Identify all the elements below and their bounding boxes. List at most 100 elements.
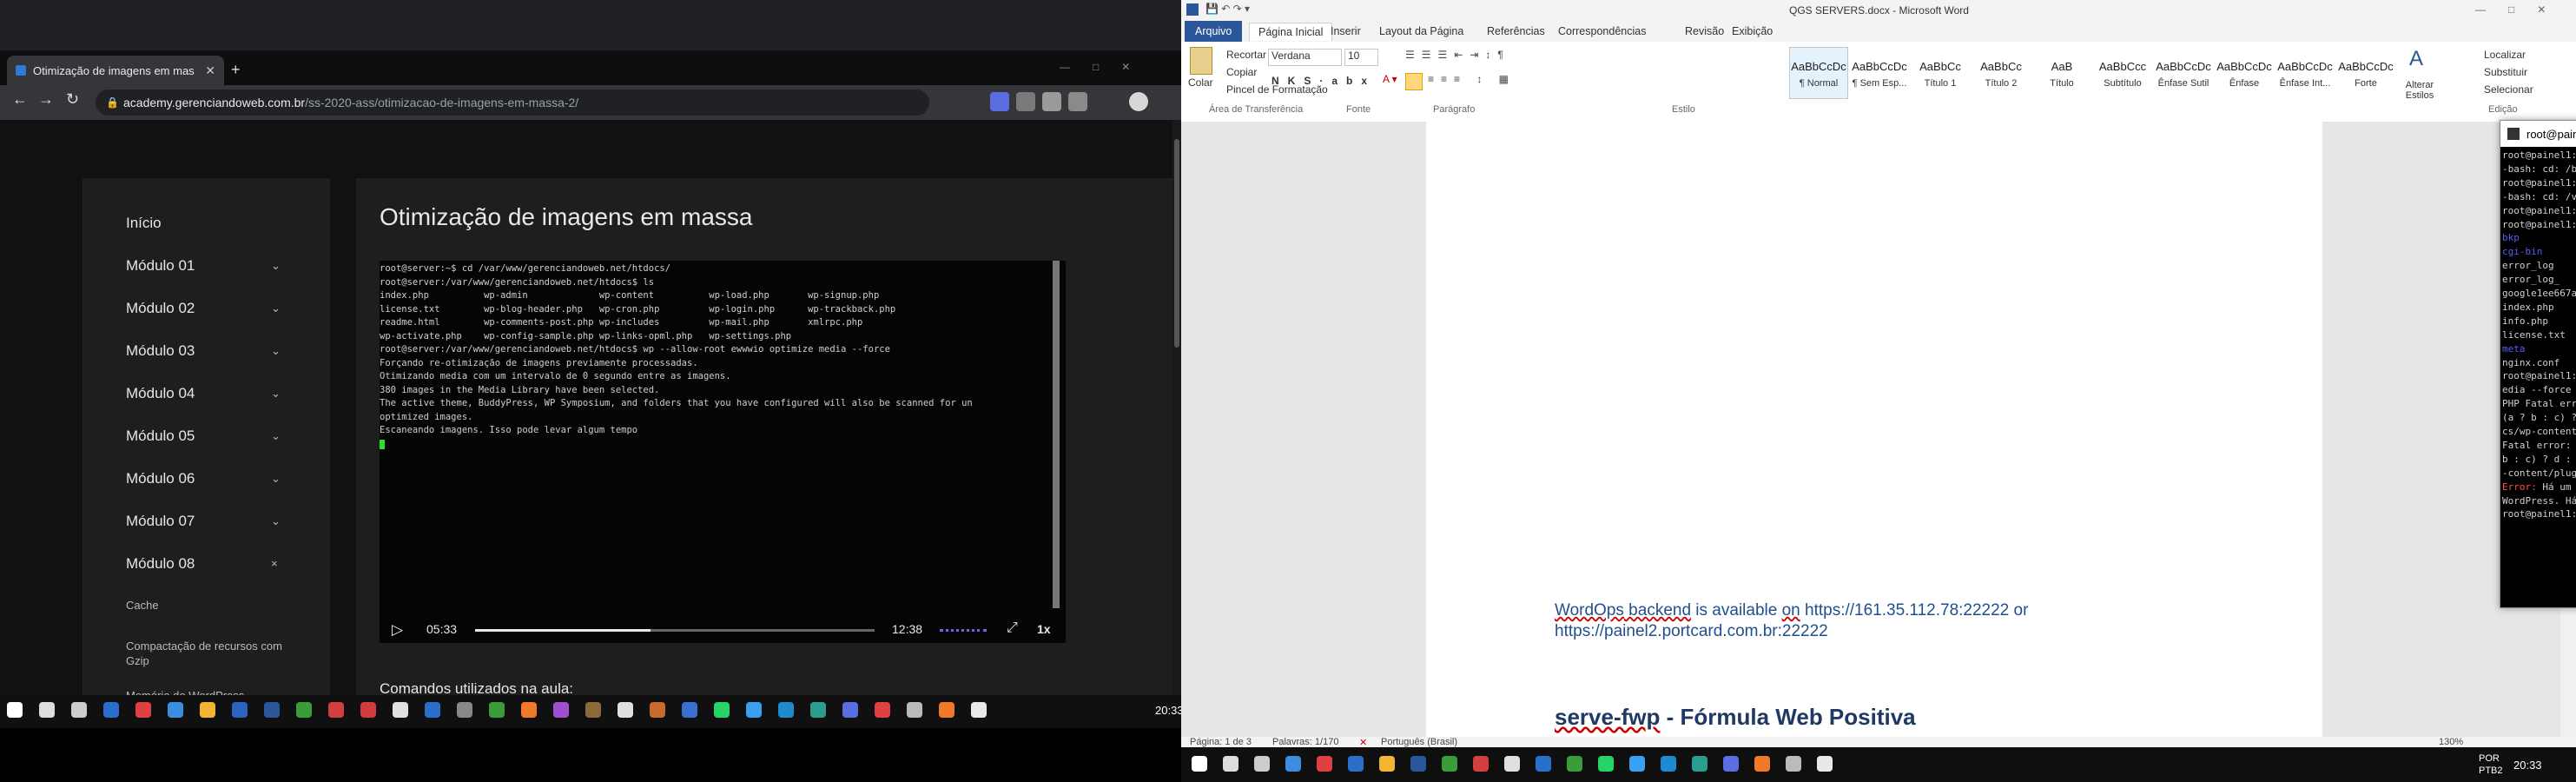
taskbar-app-icon[interactable] [264,702,280,718]
taskbar-app-icon[interactable] [328,702,344,718]
sidebar-sub-item[interactable]: Cache [126,598,300,613]
window-controls[interactable]: —□✕ [2475,3,2568,16]
font-color-icons[interactable]: A ▾ [1383,73,1397,85]
taskbar-app-icon[interactable] [1254,756,1270,772]
taskbar-app-icon[interactable] [1317,756,1332,772]
taskbar-app-icon[interactable] [939,702,954,718]
style-0[interactable]: AaBbCcDc ¶ Normal [1789,47,1848,99]
sidebar-item[interactable]: Módulo 04 [126,385,195,402]
taskbar-app-icon[interactable] [1504,756,1520,772]
taskbar-app-icon[interactable] [71,702,87,718]
terminal-output[interactable]: root@painel1:~$ cd /bar/www/institutopac… [2500,147,2576,607]
taskbar-app-icon[interactable] [842,702,858,718]
taskbar-app-icon[interactable] [103,702,119,718]
taskbar-app-icon[interactable] [1692,756,1707,772]
chevron-down-icon[interactable]: ⌄ [271,472,281,486]
change-styles-icon[interactable]: A [2409,47,2423,71]
taskbar-app-icon[interactable] [7,702,23,718]
address-bar[interactable]: 🔒 academy.gerenciandoweb.com.br/ss-2020-… [96,89,929,116]
font-name-select[interactable]: Verdana [1268,49,1342,66]
status-zoom[interactable]: 130% [2439,737,2463,747]
taskbar-app-icon[interactable] [746,702,762,718]
new-tab-icon[interactable]: + [231,61,241,79]
taskbar-app-icon[interactable] [1754,756,1770,772]
style-4[interactable]: AaB Título [2032,47,2091,99]
ribbon-tab[interactable]: Arquivo [1185,21,1243,42]
taskbar-app-icon[interactable] [135,702,151,718]
terminal-title-bar[interactable]: root@painel1: /var/www/institutopacifici… [2500,121,2576,147]
taskbar-app-icon[interactable] [296,702,312,718]
style-5[interactable]: AaBbCcc Subtítulo [2093,47,2152,99]
style-2[interactable]: AaBbCc Título 1 [1911,47,1970,99]
sidebar-sub-item[interactable]: Compactação de recursos com Gzip [126,639,300,668]
extension-icon[interactable] [1042,92,1061,111]
font-format-icons[interactable]: NKS·abx [1271,75,1376,87]
spellcheck-icon[interactable]: ✕ [1359,737,1367,748]
change-styles-button[interactable]: Alterar Estilos [2404,80,2435,101]
paste-button[interactable]: Colar [1188,76,1213,89]
taskbar-app-icon[interactable] [682,702,697,718]
taskbar-app-icon[interactable] [457,702,472,718]
ribbon-tab[interactable]: Revisão [1685,25,1724,37]
terminal-window[interactable]: root@painel1: /var/www/institutopacifici… [2500,120,2576,608]
chevron-down-icon[interactable]: ⌄ [271,302,281,315]
sidebar-item[interactable]: Módulo 03 [126,342,195,360]
forward-icon[interactable]: → [38,90,54,109]
find-button[interactable]: Localizar [2484,49,2526,61]
taskbar-app-icon[interactable] [585,702,601,718]
taskbar-app-icon[interactable] [1598,756,1614,772]
status-language[interactable]: Português (Brasil) [1381,737,1457,747]
taskbar-app-icon[interactable] [1723,756,1739,772]
page-scrollbar-thumb[interactable] [1174,139,1179,348]
extension-icon[interactable] [1016,92,1035,111]
chevron-down-icon[interactable]: ⌄ [271,429,281,443]
taskbar-app-icon[interactable] [168,702,183,718]
tray-language[interactable]: POR [2479,753,2500,764]
status-page[interactable]: Página: 1 de 3 [1190,737,1252,747]
tray-layout[interactable]: PTB2 [2479,765,2503,776]
taskbar-app-icon[interactable] [1567,756,1582,772]
taskbar-app-icon[interactable] [650,702,665,718]
style-6[interactable]: AaBbCcDc Ênfase Sutil [2154,47,2213,99]
ribbon-tab[interactable]: Página Inicial [1249,23,1333,41]
playback-speed[interactable]: 1x [1037,622,1051,636]
list-icons[interactable]: ☰☰☰⇤⇥↕¶ [1405,49,1510,61]
browser-tab[interactable]: Otimização de imagens em mas ✕ [7,56,224,85]
taskbar-app-icon[interactable] [1348,756,1364,772]
taskbar-app-icon[interactable] [907,702,922,718]
style-3[interactable]: AaBbCc Título 2 [1972,47,2031,99]
play-icon[interactable]: ▷ [392,621,403,639]
taskbar-app-icon[interactable] [1442,756,1457,772]
video-progress[interactable] [475,629,875,632]
taskbar-app-icon[interactable] [1285,756,1301,772]
doc-link-url2[interactable]: https://painel2.portcard.com.br:22222 [1555,622,1828,641]
sidebar-item[interactable]: Módulo 01 [126,257,195,275]
taskbar-app-icon[interactable] [714,702,730,718]
sidebar-item[interactable]: Módulo 06 [126,470,195,487]
ribbon-tab[interactable]: Layout da Página [1379,25,1463,37]
copy-button[interactable]: Copiar [1226,66,1257,78]
cut-button[interactable]: Recortar [1226,49,1266,61]
taskbar-app-icon[interactable] [618,702,633,718]
back-icon[interactable]: ← [12,90,28,109]
extension-icon[interactable] [990,92,1009,111]
status-words[interactable]: Palavras: 1/170 [1272,737,1338,747]
font-size-select[interactable]: 10 [1344,49,1378,66]
chevron-down-icon[interactable]: ⌄ [271,344,281,358]
taskbar-app-icon[interactable] [1410,756,1426,772]
taskbar-app-icon[interactable] [1536,756,1551,772]
sidebar-item[interactable]: Início [126,215,162,232]
taskbar-app-icon[interactable] [553,702,569,718]
replace-button[interactable]: Substituir [2484,66,2527,78]
chevron-down-icon[interactable]: ⌄ [271,259,281,273]
taskbar-app-icon[interactable] [360,702,376,718]
fullscreen-icon[interactable]: ⤢ [1007,620,1018,636]
taskbar-app-icon[interactable] [393,702,408,718]
taskbar-app-icon[interactable] [521,702,537,718]
style-7[interactable]: AaBbCcDc Ênfase [2215,47,2274,99]
reload-icon[interactable]: ↻ [66,90,79,109]
taskbar-app-icon[interactable] [1223,756,1238,772]
taskbar-app-icon[interactable] [1629,756,1645,772]
taskbar-app-icon[interactable] [971,702,987,718]
taskbar-app-icon[interactable] [1661,756,1676,772]
